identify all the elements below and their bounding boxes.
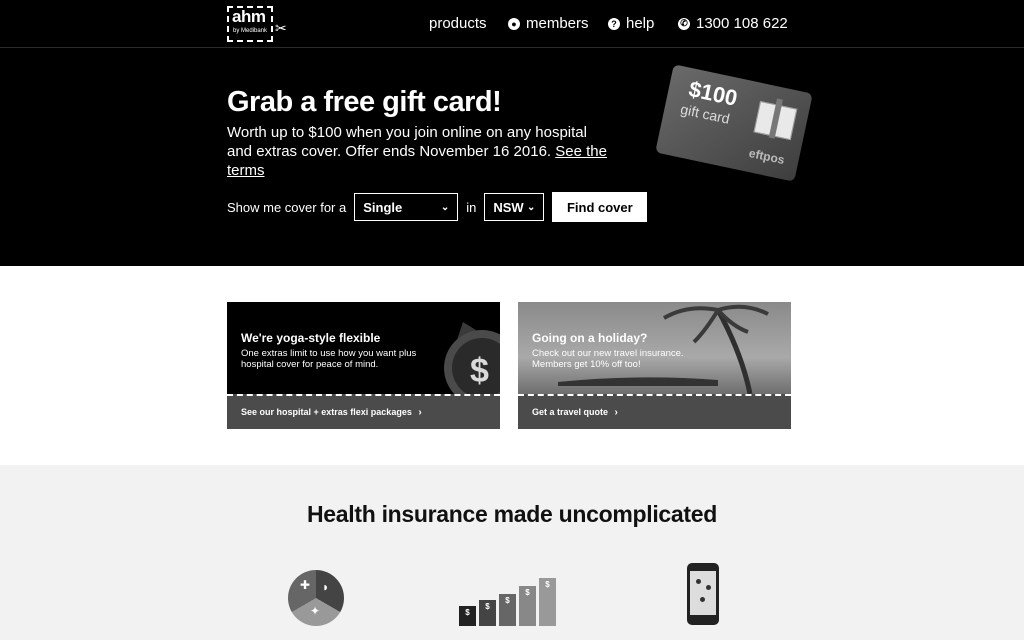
- find-cover-button[interactable]: Find cover: [552, 192, 648, 222]
- user-icon: ●: [508, 17, 520, 30]
- chevron-right-icon: ›: [418, 407, 422, 418]
- phone-icon: ✆: [678, 17, 690, 30]
- nav-members[interactable]: ● members: [508, 15, 589, 32]
- chevron-down-icon: ⌄: [440, 201, 450, 213]
- physio-icon: ✦: [310, 604, 321, 618]
- promo-travel-link-label: Get a travel quote: [532, 407, 609, 417]
- hero-banner: Grab a free gift card! Worth up to $100 …: [0, 48, 1024, 266]
- in-label: in: [466, 199, 477, 215]
- features-section: Health insurance made uncomplicated ✚ ◗ …: [0, 465, 1024, 640]
- bar-3: $: [499, 594, 516, 626]
- nav-phone-label: 1300 108 622: [696, 15, 788, 32]
- map-screen-icon: [690, 571, 716, 615]
- state-select[interactable]: NSW ⌄: [484, 193, 545, 221]
- map-pin-icon: [706, 585, 711, 590]
- nav-help-label: help: [626, 15, 655, 32]
- savings-bars-icon: $ $ $ $ $: [459, 578, 559, 626]
- cover-search-form: Show me cover for a Single ⌄ in NSW ⌄ Fi…: [227, 192, 648, 222]
- promo-travel[interactable]: Going on a holiday? Check out our new tr…: [518, 302, 791, 429]
- tooth-icon: ◗: [322, 580, 330, 594]
- nav-phone[interactable]: ✆ 1300 108 622: [678, 15, 788, 32]
- map-pin-icon: [700, 597, 705, 602]
- promo-travel-footer[interactable]: Get a travel quote ›: [518, 394, 791, 429]
- logo-brand: ahm: [232, 7, 266, 26]
- bar-2: $: [479, 600, 496, 626]
- site-header: ahm by Medibank ✂ products ● members ? h…: [0, 0, 1024, 48]
- hero-description: Worth up to $100 when you join online on…: [227, 124, 587, 160]
- promo-flexi-footer[interactable]: See our hospital + extras flexi packages…: [227, 394, 500, 429]
- bar-4: $: [519, 586, 536, 626]
- promo-flexi-panel: $ We're yoga-style flexible One extras l…: [227, 302, 500, 394]
- bar-1: $: [459, 606, 476, 626]
- promo-travel-link[interactable]: Get a travel quote ›: [532, 407, 618, 418]
- promo-flexi-title: We're yoga-style flexible: [241, 331, 381, 345]
- mobile-phone-icon: [687, 563, 719, 625]
- bar-5: $: [539, 578, 556, 626]
- promo-flexi-link-label: See our hospital + extras flexi packages: [241, 407, 412, 417]
- gift-card-image: $100 gift card eftpos: [655, 64, 813, 182]
- hero-title: Grab a free gift card!: [227, 86, 502, 118]
- pie-chart-icon: ✚ ◗ ✦: [288, 570, 344, 626]
- nav-members-label: members: [526, 15, 589, 32]
- question-icon: ?: [608, 17, 620, 30]
- promo-travel-title: Going on a holiday?: [532, 331, 648, 345]
- svg-text:$: $: [470, 352, 489, 390]
- map-pin-icon: [696, 579, 701, 584]
- scissors-icon: ✂: [275, 20, 287, 36]
- promo-flexi-link[interactable]: See our hospital + extras flexi packages…: [241, 407, 422, 418]
- nav-products-label: products: [429, 15, 487, 32]
- state-value: NSW: [493, 199, 524, 215]
- cover-type-select[interactable]: Single ⌄: [354, 193, 459, 221]
- promo-travel-panel: Going on a holiday? Check out our new tr…: [518, 302, 791, 394]
- spine-icon: ✚: [300, 578, 311, 592]
- promo-flexi-body: One extras limit to use how you want plu…: [241, 348, 417, 370]
- section-title: Health insurance made uncomplicated: [306, 501, 717, 527]
- chevron-right-icon: ›: [614, 407, 618, 418]
- promo-flexi[interactable]: $ We're yoga-style flexible One extras l…: [227, 302, 500, 429]
- ahm-logo[interactable]: ahm by Medibank ✂: [227, 6, 289, 44]
- nav-products[interactable]: products: [429, 15, 487, 32]
- promo-travel-body: Check out our new travel insurance. Memb…: [532, 348, 684, 370]
- hero-text: Worth up to $100 when you join online on…: [227, 123, 607, 180]
- chevron-down-icon: ⌄: [526, 201, 536, 213]
- gift-card-brand: eftpos: [747, 145, 786, 168]
- logo-sub: by Medibank: [233, 28, 268, 34]
- cover-type-value: Single: [363, 199, 403, 215]
- nav-help[interactable]: ? help: [608, 15, 654, 32]
- cover-prefix-label: Show me cover for a: [227, 199, 347, 215]
